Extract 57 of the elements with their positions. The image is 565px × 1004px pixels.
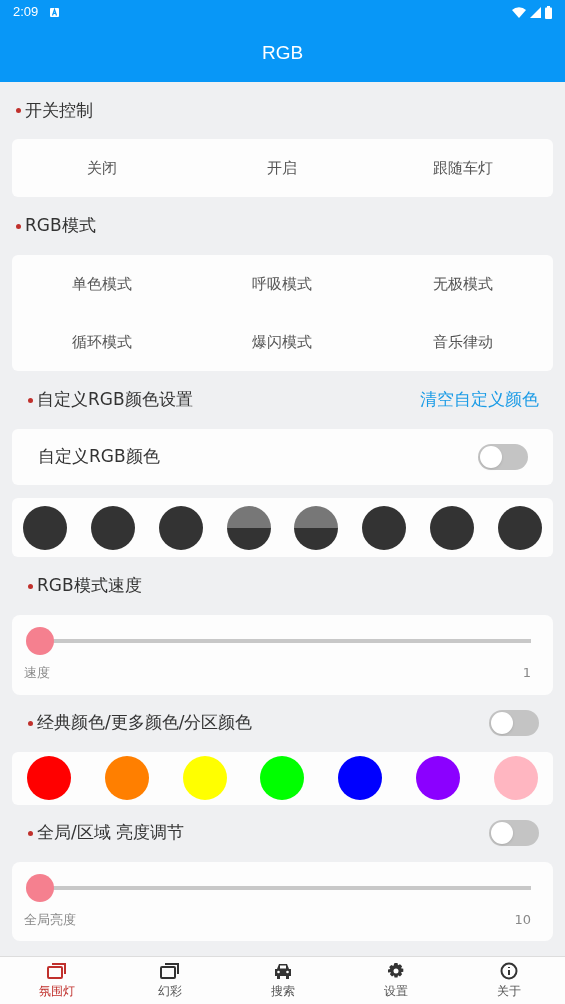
signal-icon [530,6,541,18]
windows-icon [46,961,67,980]
slider-track[interactable] [26,873,531,902]
slider-thumb[interactable] [26,873,54,902]
toggle-label: 自定义RGB颜色 [38,445,160,469]
info-icon [499,961,518,980]
car-icon [272,961,293,980]
mode-option[interactable]: 爆闪模式 [252,330,313,354]
slider-value: 10 [514,910,531,929]
battery-icon [545,5,552,19]
switch-option[interactable]: 跟随车灯 [432,156,493,180]
color-swatch[interactable] [182,756,227,800]
toggle-switch[interactable] [489,820,539,846]
section-heading: 自定义RGB颜色设置 [37,388,193,412]
notification-icon [50,7,60,17]
color-swatch[interactable] [338,756,383,800]
toggle-switch[interactable] [489,710,539,736]
color-swatch[interactable] [27,756,71,800]
bullet-icon [28,720,33,726]
color-swatch[interactable] [493,756,538,800]
bullet-icon [28,830,33,836]
nav-tab[interactable]: 搜索 [226,957,339,1004]
mode-option[interactable]: 循环模式 [72,330,133,354]
bullet-icon [16,108,21,113]
gear-icon [386,961,405,980]
slider-label: 速度 [24,664,50,682]
section-heading: RGB模式 [25,214,96,238]
slider-value: 1 [522,664,531,682]
color-swatch[interactable] [104,756,149,800]
switch-option[interactable]: 开启 [267,156,298,180]
wifi-icon [512,6,526,18]
section-heading: 开关控制 [25,98,93,122]
section-heading: RGB模式速度 [37,574,142,598]
status-time: 2:09 [13,3,39,22]
toggle-switch[interactable] [478,444,528,470]
slider-thumb[interactable] [26,627,54,655]
bullet-icon [28,583,33,589]
color-swatch[interactable] [416,756,461,800]
bullet-icon [28,397,33,403]
mode-option[interactable]: 音乐律动 [432,330,493,354]
slider-label: 全局亮度 [24,910,76,929]
section-heading: 经典颜色/更多颜色/分区颜色 [37,711,253,735]
mode-option[interactable]: 无极模式 [432,272,493,296]
switch-option[interactable]: 关闭 [87,156,118,180]
nav-tab[interactable]: 关于 [452,957,565,1004]
windows-icon [159,961,180,980]
nav-tab[interactable]: 幻彩 [113,957,226,1004]
page-title: RGB [261,40,304,65]
nav-tab[interactable]: 设置 [339,957,452,1004]
mode-option[interactable]: 呼吸模式 [252,272,313,296]
bullet-icon [16,223,21,229]
mode-option[interactable]: 单色模式 [72,272,133,296]
color-swatch[interactable] [260,756,305,800]
color-swatch[interactable] [23,505,67,550]
nav-tab[interactable]: 氛围灯 [0,957,113,1004]
section-heading: 全局/区域 亮度调节 [37,821,185,845]
slider-track[interactable] [26,627,531,655]
